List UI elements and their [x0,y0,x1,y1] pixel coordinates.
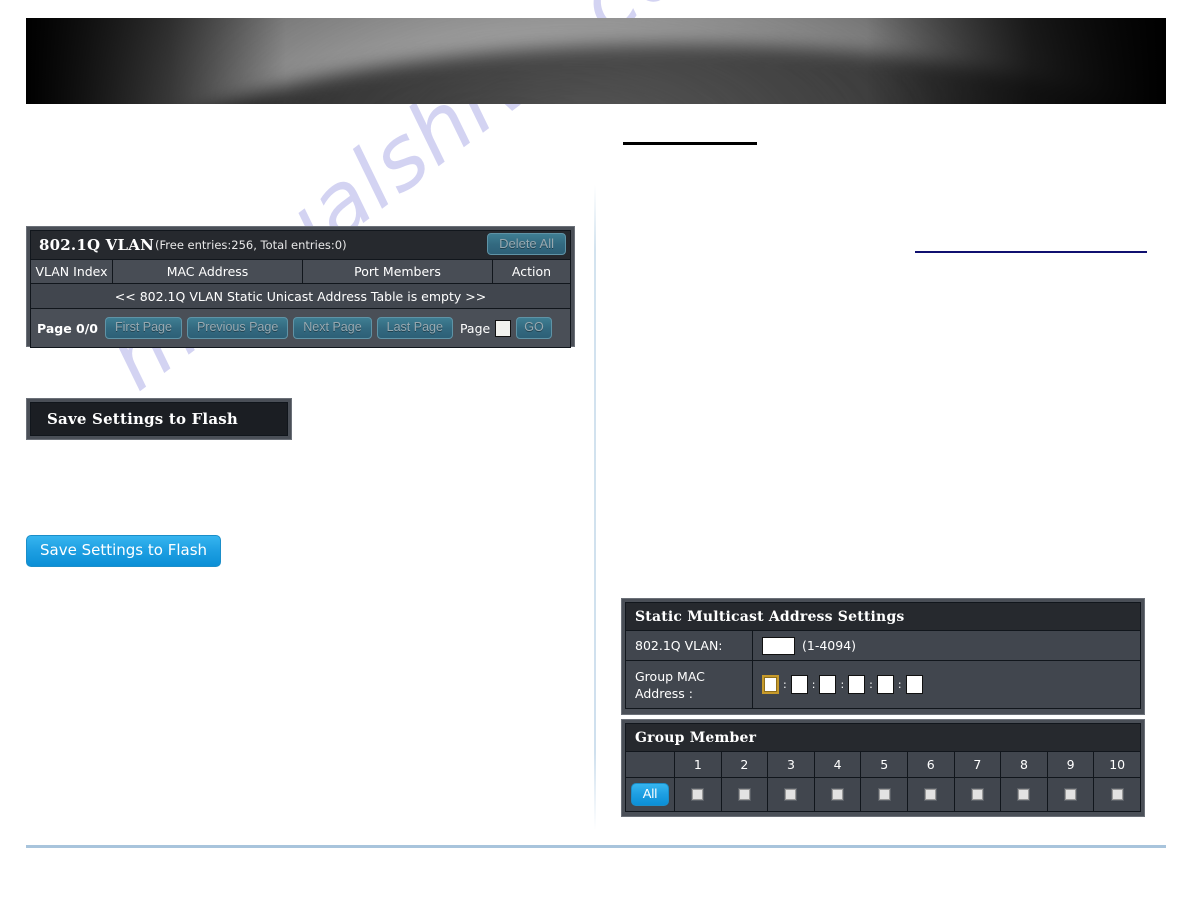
page-number-input[interactable] [495,319,512,337]
port-header-5: 5 [861,752,908,777]
mac-octet-input-1[interactable] [762,675,779,694]
port-checkbox-2[interactable] [738,789,750,800]
group-member-panel: Group Member 1 2 3 4 5 6 7 8 9 10 All [621,719,1145,817]
vlan-static-unicast-panel: 802.1Q VLAN (Free entries:256, Total ent… [26,226,575,348]
port-checkbox-10[interactable] [1111,789,1123,800]
product-banner [26,18,1166,104]
vlan-table-titlebar: 802.1Q VLAN (Free entries:256, Total ent… [31,231,570,260]
mac-octet-group: : : : : : [762,675,923,694]
next-page-button[interactable]: Next Page [293,317,372,339]
static-multicast-title: Static Multicast Address Settings [635,608,905,625]
port-checkbox-5[interactable] [878,789,890,800]
port-header-7: 7 [955,752,1002,777]
save-settings-to-flash-button[interactable]: Save Settings to Flash [26,535,222,567]
port-checkbox-cell-3 [768,778,815,811]
column-divider [594,185,596,830]
select-all-cell: All [626,778,675,811]
port-checkbox-cell-4 [815,778,862,811]
group-member-title: Group Member [635,729,757,746]
group-member-header-corner [626,752,675,777]
port-header-4: 4 [815,752,862,777]
save-settings-to-flash-menu-inner: Save Settings to Flash [30,402,288,436]
static-multicast-address-settings-panel: Static Multicast Address Settings 802.1Q… [621,598,1145,715]
port-checkbox-4[interactable] [832,789,844,800]
column-header-vlan-index: VLAN Index [31,260,113,283]
vlan-field-label: 802.1Q VLAN: [626,631,753,660]
group-mac-address-value: : : : : : [753,661,1140,708]
column-header-mac-address: MAC Address [113,260,303,283]
group-member-checkbox-row: All [626,778,1140,811]
group-member-port-header-row: 1 2 3 4 5 6 7 8 9 10 [626,752,1140,778]
banner-edge-right [866,18,1166,104]
port-checkbox-3[interactable] [785,789,797,800]
port-header-3: 3 [768,752,815,777]
group-member-titlebar: Group Member [626,724,1140,752]
group-mac-address-label: Group MAC Address : [626,661,753,708]
page-status: Page 0/0 [37,320,98,336]
mac-separator-5: : [897,678,902,691]
save-settings-to-flash-menu-label: Save Settings to Flash [47,410,238,428]
delete-all-button[interactable]: Delete All [487,233,566,255]
banner-edge-left [26,18,286,104]
port-checkbox-1[interactable] [692,789,704,800]
vlan-range-hint: (1-4094) [802,638,857,653]
go-button[interactable]: GO [516,317,552,339]
mac-separator-3: : [840,678,845,691]
heading-rule-navy [915,251,1147,253]
static-multicast-titlebar: Static Multicast Address Settings [626,603,1140,631]
mac-octet-input-2[interactable] [790,675,808,694]
column-header-action: Action [511,264,552,279]
port-checkbox-cell-9 [1048,778,1095,811]
port-header-1: 1 [675,752,722,777]
vlan-table: 802.1Q VLAN (Free entries:256, Total ent… [30,230,571,348]
first-page-button[interactable]: First Page [105,317,182,339]
mac-separator-1: : [783,678,787,691]
port-checkbox-cell-10 [1094,778,1140,811]
last-page-button[interactable]: Last Page [376,317,453,339]
group-member-table: Group Member 1 2 3 4 5 6 7 8 9 10 All [625,723,1141,812]
save-settings-to-flash-menu[interactable]: Save Settings to Flash [26,398,292,440]
port-checkbox-6[interactable] [925,789,937,800]
vlan-table-empty-message: << 802.1Q VLAN Static Unicast Address Ta… [31,284,570,309]
port-checkbox-cell-6 [908,778,955,811]
port-checkbox-cell-2 [722,778,769,811]
mac-octet-input-6[interactable] [905,675,923,694]
port-checkbox-7[interactable] [971,789,983,800]
port-checkbox-8[interactable] [1018,789,1030,800]
group-mac-address-row: Group MAC Address : : : : : : [626,661,1140,708]
previous-page-button[interactable]: Previous Page [186,317,289,339]
vlan-table-pagination: Page 0/0 First Page Previous Page Next P… [31,309,570,347]
port-checkbox-cell-5 [861,778,908,811]
port-checkbox-cell-8 [1001,778,1048,811]
footer-rule [26,845,1166,848]
port-checkbox-9[interactable] [1065,789,1077,800]
page-input-label: Page [459,320,491,336]
heading-rule-black [623,142,757,145]
vlan-table-header-row: VLAN Index MAC Address Port Members Acti… [31,260,570,284]
port-checkbox-cell-7 [955,778,1002,811]
static-multicast-address-settings-form: Static Multicast Address Settings 802.1Q… [625,602,1141,709]
vlan-table-entry-counts: (Free entries:256, Total entries:0) [155,238,347,252]
select-all-button[interactable]: All [630,783,670,806]
port-header-10: 10 [1109,757,1126,772]
mac-octet-input-5[interactable] [876,675,894,694]
mac-octet-input-4[interactable] [848,675,866,694]
mac-separator-4: : [869,678,873,691]
vlan-field-value: (1-4094) [753,631,1140,660]
mac-separator-2: : [811,678,816,691]
port-header-8: 8 [1001,752,1048,777]
port-checkbox-cell-1 [675,778,722,811]
column-header-port-members: Port Members [303,260,493,283]
vlan-table-title: 802.1Q VLAN [39,236,154,254]
vlan-field-row: 802.1Q VLAN: (1-4094) [626,631,1140,661]
port-header-2: 2 [722,752,769,777]
mac-octet-input-3[interactable] [819,675,837,694]
port-header-9: 9 [1048,752,1095,777]
port-header-6: 6 [908,752,955,777]
vlan-id-input[interactable] [762,636,795,655]
